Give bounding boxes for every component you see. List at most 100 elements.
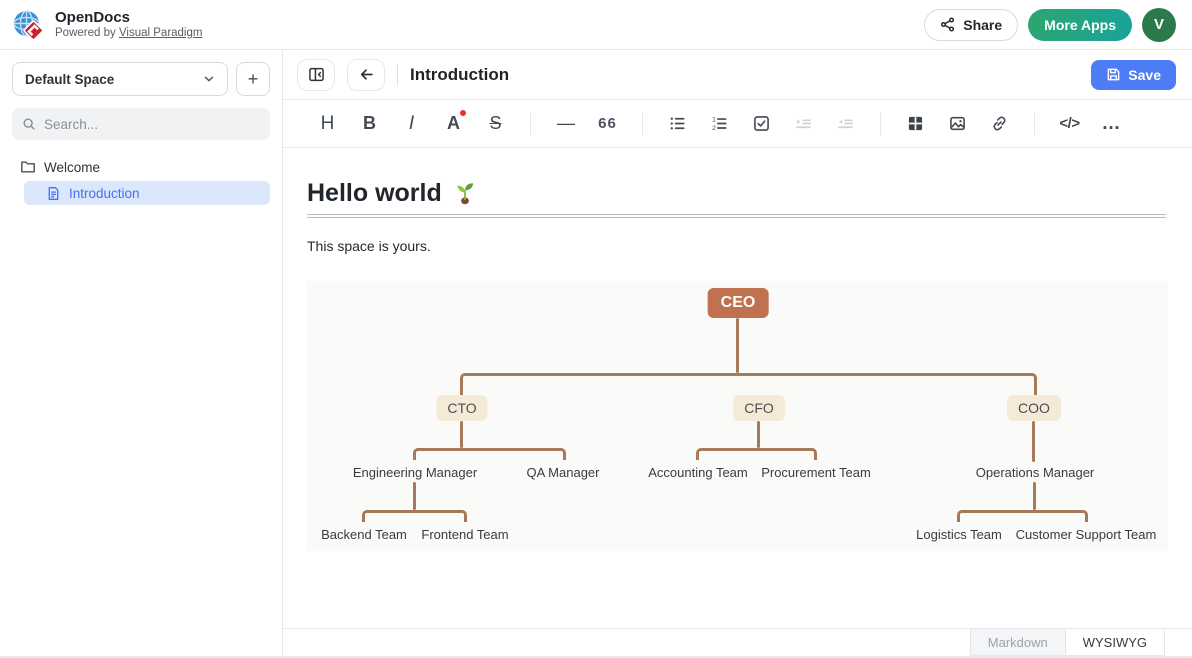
panel-left-icon	[308, 66, 325, 83]
orgchart-connector	[413, 448, 566, 460]
visual-paradigm-link[interactable]: Visual Paradigm	[119, 27, 203, 39]
svg-text:2: 2	[712, 125, 716, 132]
strikethrough-button[interactable]: S	[478, 109, 513, 139]
tree-item-introduction[interactable]: Introduction	[24, 181, 270, 205]
orgchart-node-qa-manager[interactable]: QA Manager	[527, 465, 600, 480]
add-space-button[interactable]: +	[236, 62, 270, 96]
search-box[interactable]	[12, 108, 270, 140]
divider	[1034, 113, 1035, 135]
space-selector-value: Default Space	[25, 72, 114, 87]
orgchart-node-backend-team[interactable]: Backend Team	[321, 527, 407, 542]
horizontal-rule-button[interactable]: —	[548, 109, 583, 139]
orgchart-node-operations-manager[interactable]: Operations Manager	[976, 465, 1095, 480]
save-label: Save	[1128, 67, 1161, 83]
image-button[interactable]	[940, 109, 975, 139]
orgchart-node-cto[interactable]: CTO	[436, 395, 487, 421]
chevron-down-icon	[203, 73, 215, 85]
font-color-button[interactable]: A	[436, 109, 471, 139]
orgchart-node-accounting-team[interactable]: Accounting Team	[648, 465, 748, 480]
orgchart-connector	[757, 421, 760, 448]
share-button[interactable]: Share	[924, 9, 1018, 41]
tree-item-welcome[interactable]: Welcome	[12, 155, 270, 179]
tab-markdown[interactable]: Markdown	[970, 629, 1065, 656]
orgchart-node-cfo[interactable]: CFO	[733, 395, 785, 421]
divider	[397, 64, 398, 86]
link-button[interactable]	[982, 109, 1017, 139]
image-icon	[949, 115, 966, 132]
more-options-button[interactable]: …	[1094, 109, 1129, 139]
orgchart-node-frontend-team[interactable]: Frontend Team	[421, 527, 508, 542]
app-header: OpenDocs Powered by Visual Paradigm Shar…	[0, 0, 1192, 50]
numbered-list-icon: 12	[711, 115, 728, 132]
orgchart-node-engineering-manager[interactable]: Engineering Manager	[353, 465, 477, 480]
bullet-list-icon	[669, 115, 686, 132]
more-apps-button[interactable]: More Apps	[1028, 9, 1132, 41]
save-icon	[1106, 67, 1121, 82]
toggle-sidebar-button[interactable]	[297, 59, 335, 91]
numbered-list-button[interactable]: 12	[702, 109, 737, 139]
seedling-emoji-icon	[452, 180, 478, 206]
italic-button[interactable]: I	[394, 109, 429, 139]
folder-icon	[20, 159, 36, 175]
orgchart-connector	[362, 510, 467, 522]
orgchart-node-procurement-team[interactable]: Procurement Team	[761, 465, 871, 480]
indent-button	[786, 109, 821, 139]
heading-text: Hello world	[307, 178, 442, 208]
heading-underline	[307, 214, 1166, 218]
powered-by: Powered by Visual Paradigm	[55, 27, 202, 40]
arrow-left-icon	[358, 66, 375, 83]
user-avatar[interactable]: V	[1142, 8, 1176, 42]
checkbox-icon	[753, 115, 770, 132]
blockquote-button[interactable]: 66	[590, 109, 625, 139]
share-icon	[940, 17, 955, 32]
search-icon	[22, 117, 36, 131]
code-button[interactable]: </>	[1052, 109, 1087, 139]
outdent-icon	[837, 115, 854, 132]
tree-item-label: Welcome	[44, 160, 100, 175]
search-input[interactable]	[44, 117, 260, 132]
orgchart-node-coo[interactable]: COO	[1007, 395, 1061, 421]
document-paragraph: This space is yours.	[307, 238, 1166, 255]
orgchart-node-customer-support-team[interactable]: Customer Support Team	[1016, 527, 1157, 542]
page-tree: Welcome Introduction	[12, 155, 270, 205]
back-button[interactable]	[347, 59, 385, 91]
orgchart-connector	[460, 373, 1037, 395]
task-list-button[interactable]	[744, 109, 779, 139]
space-selector[interactable]: Default Space	[12, 62, 228, 96]
opendocs-app: OpenDocs Powered by Visual Paradigm Shar…	[0, 0, 1192, 658]
format-toolbar: H B I A S — 66 12	[283, 100, 1192, 148]
tree-item-label: Introduction	[69, 186, 140, 201]
header-actions: Share More Apps V	[924, 8, 1176, 42]
divider	[642, 113, 643, 135]
document-heading: Hello world	[307, 178, 1166, 208]
document-header: Introduction Save	[283, 50, 1192, 100]
divider	[530, 113, 531, 135]
red-dot	[460, 110, 466, 116]
save-button[interactable]: Save	[1091, 60, 1176, 90]
orgchart-connector	[460, 421, 463, 448]
divider	[880, 113, 881, 135]
font-color-icon: A	[447, 113, 460, 134]
orgchart-connector	[1032, 421, 1035, 462]
table-icon	[907, 115, 924, 132]
document-icon	[46, 186, 61, 201]
outdent-button	[828, 109, 863, 139]
bold-button[interactable]: B	[352, 109, 387, 139]
orgchart-node-logistics-team[interactable]: Logistics Team	[916, 527, 1002, 542]
orgchart-connector	[413, 482, 416, 510]
tab-wysiwyg[interactable]: WYSIWYG	[1065, 629, 1165, 656]
table-button[interactable]	[898, 109, 933, 139]
orgchart-node-ceo[interactable]: CEO	[708, 288, 769, 318]
orgchart-canvas[interactable]: CEO CTO CFO COO Engineering Manager QA M…	[307, 281, 1168, 551]
svg-text:1: 1	[712, 116, 716, 123]
share-label: Share	[963, 17, 1002, 33]
editor-content[interactable]: Hello world This space is yours.	[283, 148, 1192, 628]
orgchart-connector	[957, 510, 1088, 522]
bullet-list-button[interactable]	[660, 109, 695, 139]
main-panel: Introduction Save H B I A S —	[283, 50, 1192, 656]
link-icon	[991, 115, 1008, 132]
orgchart-connector	[696, 448, 817, 460]
app-name: OpenDocs	[55, 9, 202, 26]
orgchart-connector	[1033, 482, 1036, 510]
heading-button[interactable]: H	[310, 109, 345, 139]
